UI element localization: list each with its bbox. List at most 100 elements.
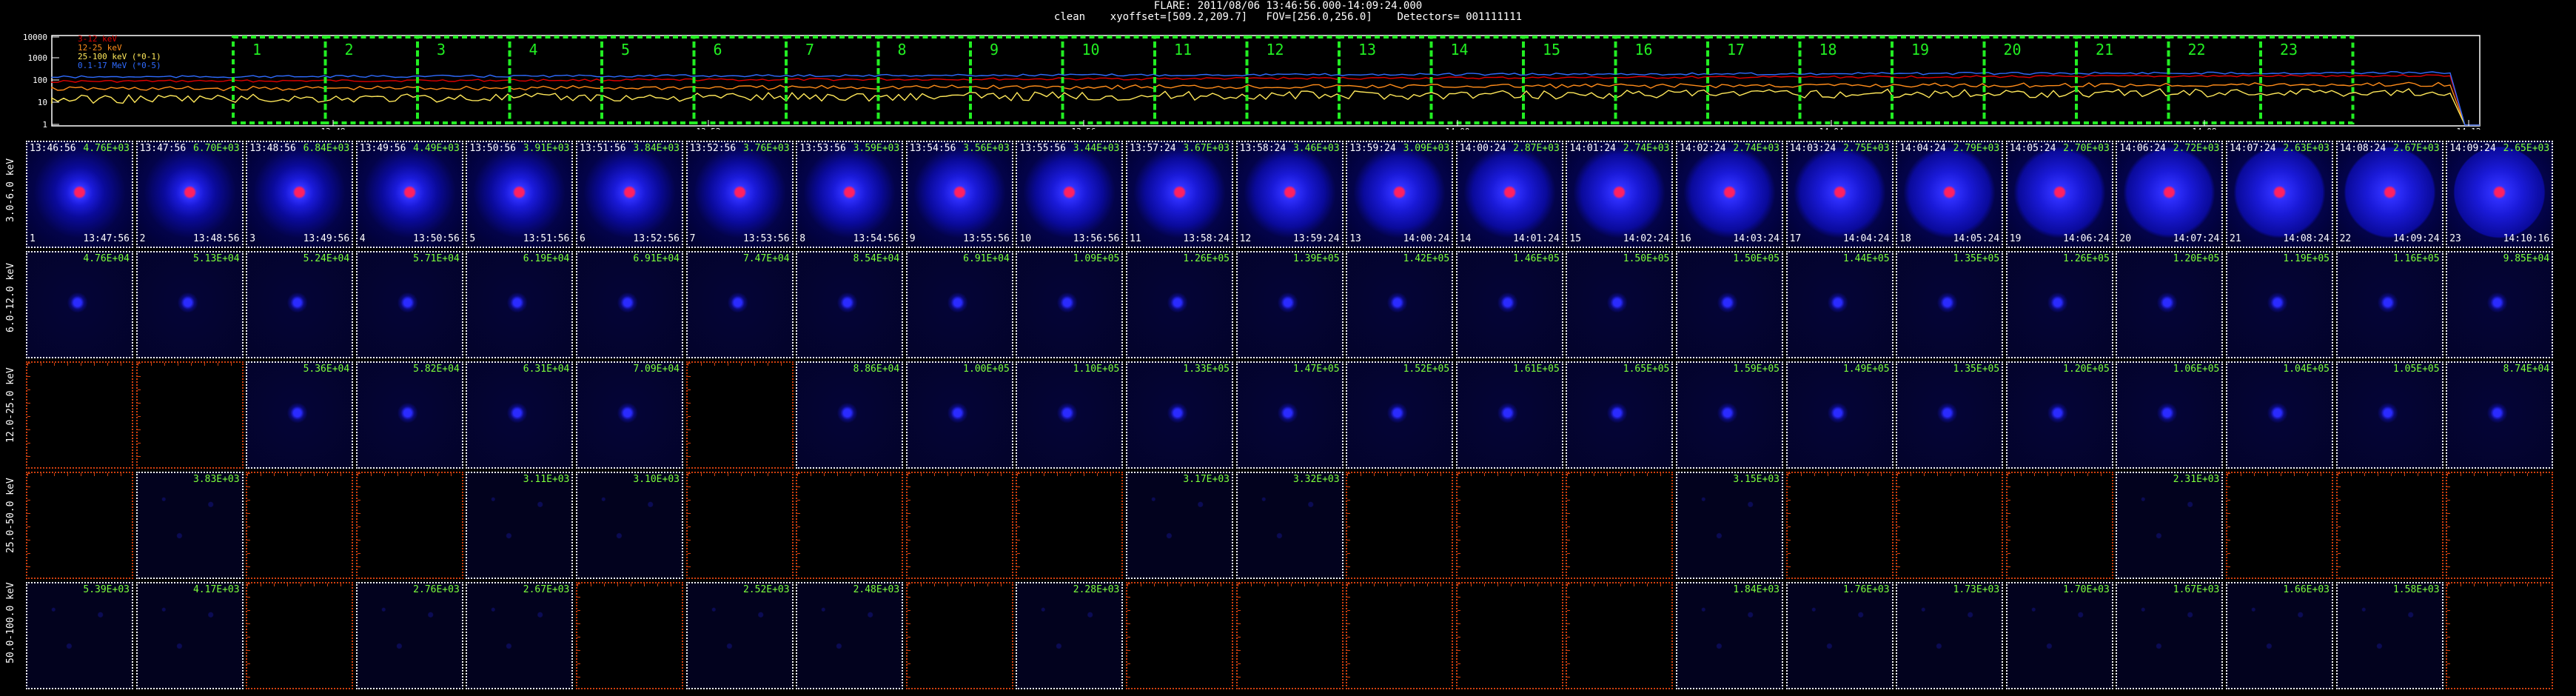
image-tile[interactable]: 1.84E+03 — [1676, 582, 1783, 689]
image-tile[interactable]: 7.09E+04 — [576, 361, 683, 469]
image-tile[interactable] — [685, 361, 794, 469]
image-tile[interactable]: 2.79E+03 14:04:24 14:05:24 18 — [1896, 141, 2004, 248]
image-tile[interactable] — [1566, 472, 1674, 579]
image-tile[interactable] — [1235, 582, 1344, 689]
image-tile[interactable] — [905, 582, 1013, 689]
image-tile[interactable]: 1.06E+05 — [2116, 361, 2224, 469]
image-tile[interactable]: 7.47E+04 — [685, 251, 794, 358]
image-tile[interactable]: 1.50E+05 — [1566, 251, 1674, 358]
image-tile[interactable]: 3.91E+03 13:50:56 13:51:56 5 — [466, 141, 574, 248]
image-tile[interactable]: 3.67E+03 13:57:24 13:58:24 11 — [1126, 141, 1233, 248]
image-tile[interactable]: 1.46E+05 — [1455, 251, 1563, 358]
image-tile[interactable] — [1126, 582, 1233, 689]
image-tile[interactable]: 6.19E+04 — [466, 251, 574, 358]
image-tile[interactable]: 1.58E+03 — [2335, 582, 2443, 689]
image-tile[interactable] — [2335, 472, 2443, 579]
image-tile[interactable]: 4.17E+03 — [135, 582, 244, 689]
image-tile[interactable] — [1455, 582, 1563, 689]
image-tile[interactable] — [246, 472, 354, 579]
image-tile[interactable]: 1.35E+05 — [1896, 361, 2004, 469]
image-tile[interactable]: 6.91E+04 — [576, 251, 683, 358]
image-tile[interactable]: 1.49E+05 — [1785, 361, 1894, 469]
image-tile[interactable]: 1.39E+05 — [1235, 251, 1344, 358]
image-tile[interactable]: 1.59E+05 — [1676, 361, 1783, 469]
image-tile[interactable]: 1.33E+05 — [1126, 361, 1233, 469]
image-tile[interactable]: 2.52E+03 — [685, 582, 794, 689]
image-tile[interactable]: 1.00E+05 — [905, 361, 1013, 469]
image-tile[interactable] — [1346, 472, 1454, 579]
image-tile[interactable]: 1.09E+05 — [1016, 251, 1124, 358]
image-tile[interactable] — [246, 582, 354, 689]
image-tile[interactable] — [26, 361, 133, 469]
image-tile[interactable]: 1.66E+03 — [2226, 582, 2333, 689]
image-tile[interactable]: 2.74E+03 14:01:24 14:02:24 15 — [1566, 141, 1674, 248]
image-tile[interactable]: 3.11E+03 — [466, 472, 574, 579]
image-tile[interactable] — [1346, 582, 1454, 689]
image-tile[interactable] — [1896, 472, 2004, 579]
image-tile[interactable]: 1.52E+05 — [1346, 361, 1454, 469]
image-tile[interactable]: 1.44E+05 — [1785, 251, 1894, 358]
image-tile[interactable]: 8.86E+04 — [796, 361, 904, 469]
image-tile[interactable]: 3.84E+03 13:51:56 13:52:56 6 — [576, 141, 683, 248]
image-tile[interactable] — [2226, 472, 2333, 579]
image-tile[interactable]: 3.59E+03 13:53:56 13:54:56 8 — [796, 141, 904, 248]
image-tile[interactable] — [135, 361, 244, 469]
image-tile[interactable] — [905, 472, 1013, 579]
image-tile[interactable]: 5.13E+04 — [135, 251, 244, 358]
image-tile[interactable]: 1.04E+05 — [2226, 361, 2333, 469]
image-tile[interactable]: 3.76E+03 13:52:56 13:53:56 7 — [685, 141, 794, 248]
image-tile[interactable] — [1016, 472, 1124, 579]
image-tile[interactable]: 2.31E+03 — [2116, 472, 2224, 579]
image-tile[interactable] — [1785, 472, 1894, 579]
image-tile[interactable]: 1.61E+05 — [1455, 361, 1563, 469]
image-tile[interactable]: 5.71E+04 — [355, 251, 463, 358]
image-tile[interactable]: 3.15E+03 — [1676, 472, 1783, 579]
image-tile[interactable]: 5.36E+04 — [246, 361, 354, 469]
image-tile[interactable]: 2.87E+03 14:00:24 14:01:24 14 — [1455, 141, 1563, 248]
image-tile[interactable]: 2.63E+03 14:07:24 14:08:24 21 — [2226, 141, 2333, 248]
image-tile[interactable]: 3.10E+03 — [576, 472, 683, 579]
image-tile[interactable]: 1.50E+05 — [1676, 251, 1783, 358]
image-tile[interactable]: 3.56E+03 13:54:56 13:55:56 9 — [905, 141, 1013, 248]
image-tile[interactable]: 1.20E+05 — [2116, 251, 2224, 358]
image-tile[interactable]: 4.76E+04 — [26, 251, 133, 358]
image-tile[interactable] — [355, 472, 463, 579]
image-tile[interactable] — [1566, 582, 1674, 689]
image-tile[interactable]: 1.70E+03 — [2005, 582, 2113, 689]
image-tile[interactable] — [576, 582, 683, 689]
image-tile[interactable]: 1.73E+03 — [1896, 582, 2004, 689]
image-tile[interactable] — [685, 472, 794, 579]
image-tile[interactable]: 2.75E+03 14:03:24 14:04:24 17 — [1785, 141, 1894, 248]
image-tile[interactable]: 2.48E+03 — [796, 582, 904, 689]
image-tile[interactable] — [1455, 472, 1563, 579]
image-tile[interactable]: 1.47E+05 — [1235, 361, 1344, 469]
image-tile[interactable] — [2446, 582, 2554, 689]
image-tile[interactable]: 1.35E+05 — [1896, 251, 2004, 358]
image-tile[interactable]: 2.67E+03 14:08:24 14:09:24 22 — [2335, 141, 2443, 248]
image-tile[interactable]: 1.76E+03 — [1785, 582, 1894, 689]
image-tile[interactable]: 1.20E+05 — [2005, 361, 2113, 469]
image-tile[interactable]: 6.84E+03 13:48:56 13:49:56 3 — [246, 141, 354, 248]
image-tile[interactable]: 2.70E+03 14:05:24 14:06:24 19 — [2005, 141, 2113, 248]
image-tile[interactable]: 4.76E+03 13:46:56 13:47:56 1 — [26, 141, 133, 248]
image-tile[interactable]: 5.24E+04 — [246, 251, 354, 358]
image-tile[interactable]: 1.26E+05 — [1126, 251, 1233, 358]
image-tile[interactable]: 1.42E+05 — [1346, 251, 1454, 358]
image-tile[interactable]: 1.10E+05 — [1016, 361, 1124, 469]
image-tile[interactable]: 1.65E+05 — [1566, 361, 1674, 469]
image-tile[interactable]: 2.28E+03 — [1016, 582, 1124, 689]
image-tile[interactable]: 6.91E+04 — [905, 251, 1013, 358]
image-tile[interactable]: 1.16E+05 — [2335, 251, 2443, 358]
image-tile[interactable]: 3.17E+03 — [1126, 472, 1233, 579]
image-tile[interactable]: 1.26E+05 — [2005, 251, 2113, 358]
image-tile[interactable]: 2.67E+03 — [466, 582, 574, 689]
image-tile[interactable]: 3.32E+03 — [1235, 472, 1344, 579]
image-tile[interactable]: 3.09E+03 13:59:24 14:00:24 13 — [1346, 141, 1454, 248]
image-tile[interactable] — [26, 472, 133, 579]
image-tile[interactable]: 5.82E+04 — [355, 361, 463, 469]
image-tile[interactable] — [2005, 472, 2113, 579]
image-tile[interactable]: 1.19E+05 — [2226, 251, 2333, 358]
image-tile[interactable]: 8.54E+04 — [796, 251, 904, 358]
image-tile[interactable]: 2.72E+03 14:06:24 14:07:24 20 — [2116, 141, 2224, 248]
image-tile[interactable]: 2.76E+03 — [355, 582, 463, 689]
